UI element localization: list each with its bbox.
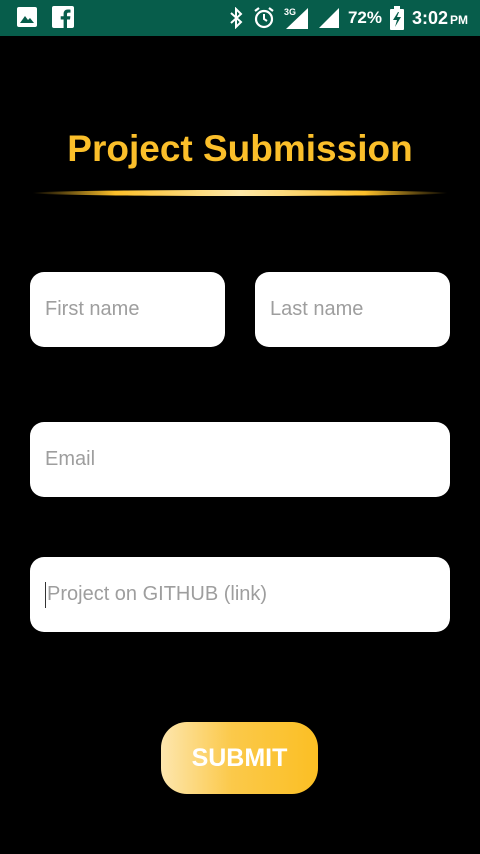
- battery-percent: 72%: [347, 8, 382, 27]
- notification-icons: [16, 6, 74, 28]
- system-icons: 3G 72% 3:02 PM: [228, 0, 468, 36]
- image-icon: [16, 6, 38, 28]
- email-field[interactable]: Email: [30, 422, 450, 497]
- status-bar: 3G 72% 3:02 PM: [0, 0, 480, 36]
- first-name-field[interactable]: First name: [30, 272, 225, 347]
- page-title: Project Submission: [67, 128, 413, 169]
- last-name-field[interactable]: Last name: [255, 272, 450, 347]
- clock: 3:02 PM: [412, 8, 468, 29]
- facebook-icon: [52, 6, 74, 28]
- clock-ampm: PM: [450, 12, 468, 27]
- github-link-placeholder: Project on GITHUB (link): [47, 583, 268, 605]
- bluetooth-icon: [228, 6, 244, 30]
- last-name-placeholder: Last name: [270, 298, 364, 320]
- github-link-field[interactable]: Project on GITHUB (link): [30, 557, 450, 632]
- battery-charging-icon: [389, 6, 404, 30]
- email-placeholder: Email: [45, 448, 96, 470]
- title-underline: [32, 190, 448, 196]
- network-type-label: 3G: [284, 7, 296, 17]
- submit-button[interactable]: SUBMIT: [161, 722, 318, 794]
- alarm-icon: [252, 6, 276, 30]
- signal-3g-icon: 3G: [284, 6, 310, 30]
- text-cursor: [45, 581, 46, 608]
- clock-time: 3:02: [411, 7, 448, 28]
- signal-icon: [318, 7, 340, 29]
- first-name-placeholder: First name: [45, 298, 140, 320]
